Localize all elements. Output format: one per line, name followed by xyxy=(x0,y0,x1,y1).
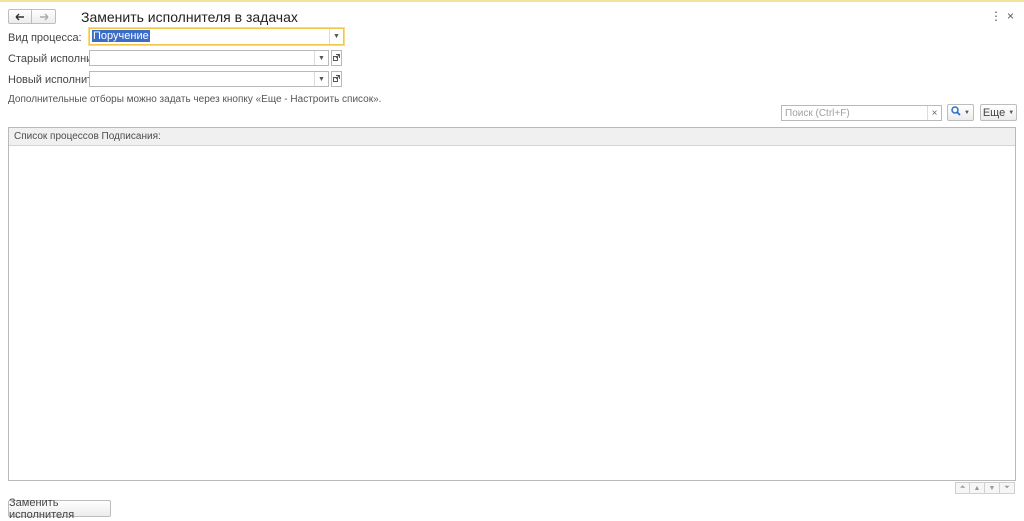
list-scroll-buttons: ⏶ ▲ ▼ ⏷ xyxy=(955,482,1015,494)
chevron-down-icon: ▼ xyxy=(964,109,970,116)
forward-button[interactable] xyxy=(32,9,56,24)
scroll-bottom-icon[interactable]: ⏷ xyxy=(1000,482,1015,494)
search-placeholder: Поиск (Ctrl+F) xyxy=(785,108,850,119)
chevron-down-icon[interactable]: ▼ xyxy=(314,51,328,65)
search-icon xyxy=(951,106,961,119)
process-type-select[interactable]: Поручение ▼ xyxy=(89,28,344,45)
open-link-icon xyxy=(333,52,340,64)
open-link-icon xyxy=(333,73,340,85)
close-icon[interactable]: × xyxy=(1007,9,1014,23)
process-list[interactable]: Список процессов Подписания: xyxy=(8,127,1016,481)
scroll-down-icon[interactable]: ▼ xyxy=(985,482,1000,494)
window-top-line xyxy=(0,0,1024,2)
open-old-performer-button[interactable] xyxy=(331,50,342,66)
replace-performer-label: Заменить исполнителя xyxy=(9,496,75,521)
scroll-up-icon[interactable]: ▲ xyxy=(970,482,985,494)
chevron-down-icon[interactable]: ▼ xyxy=(314,72,328,86)
arrow-left-icon xyxy=(15,10,25,24)
more-menu-icon[interactable]: ⋮ xyxy=(990,9,1002,23)
clear-search-icon[interactable]: × xyxy=(927,106,941,120)
arrow-right-icon xyxy=(39,10,49,24)
more-button[interactable]: Еще ▼ xyxy=(980,104,1017,121)
new-performer-value xyxy=(92,73,94,85)
replace-performer-button[interactable]: Заменить исполнителя xyxy=(8,497,111,521)
back-button[interactable] xyxy=(8,9,32,24)
scroll-top-icon[interactable]: ⏶ xyxy=(955,482,970,494)
nav-buttons xyxy=(8,9,56,24)
page-title: Заменить исполнителя в задачах xyxy=(81,9,298,25)
chevron-down-icon: ▼ xyxy=(1008,109,1015,116)
filter-hint: Дополнительные отборы можно задать через… xyxy=(8,94,382,105)
search-input[interactable]: Поиск (Ctrl+F) × xyxy=(781,105,942,121)
new-performer-field[interactable]: ▼ xyxy=(89,71,329,87)
process-type-value: Поручение xyxy=(92,30,150,42)
chevron-down-icon[interactable]: ▼ xyxy=(329,29,343,44)
search-button[interactable]: ▼ xyxy=(947,104,974,121)
old-performer-field[interactable]: ▼ xyxy=(89,50,329,66)
more-button-label: Еще xyxy=(982,106,1006,119)
old-performer-value xyxy=(92,52,94,64)
list-header: Список процессов Подписания: xyxy=(9,128,1015,146)
open-new-performer-button[interactable] xyxy=(331,71,342,87)
process-type-label: Вид процесса: xyxy=(8,32,82,44)
